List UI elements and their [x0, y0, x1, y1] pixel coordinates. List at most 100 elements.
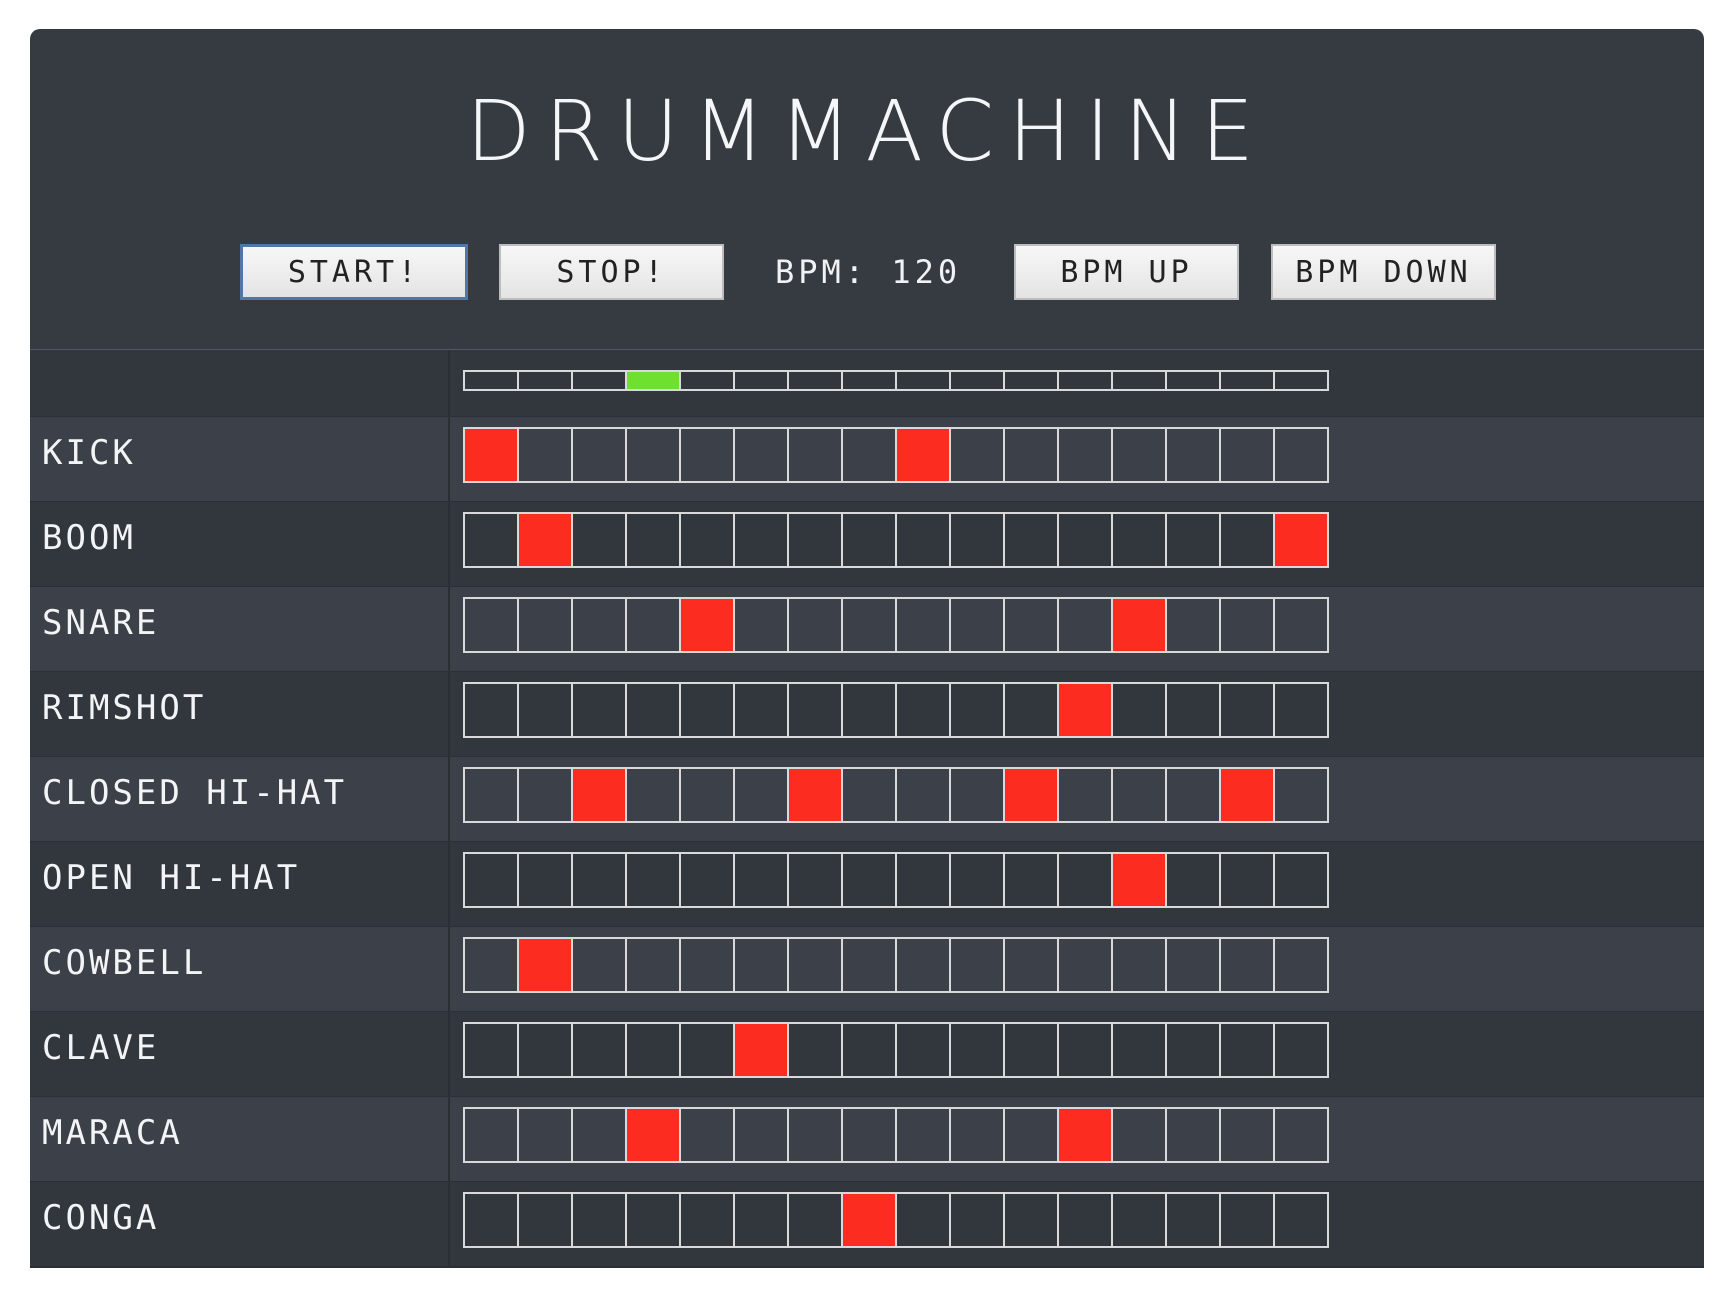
- step-pad-4[interactable]: [625, 767, 681, 823]
- step-pad-6[interactable]: [733, 597, 789, 653]
- step-pad-11[interactable]: [1003, 512, 1059, 568]
- step-pad-9[interactable]: [895, 427, 951, 483]
- step-pad-12[interactable]: [1057, 767, 1113, 823]
- step-pad-10[interactable]: [949, 767, 1005, 823]
- step-pad-7[interactable]: [787, 937, 843, 993]
- step-pad-1[interactable]: [463, 1192, 519, 1248]
- step-pad-7[interactable]: [787, 1107, 843, 1163]
- step-pad-12[interactable]: [1057, 597, 1113, 653]
- step-pad-16[interactable]: [1273, 427, 1329, 483]
- step-pad-8[interactable]: [841, 512, 897, 568]
- step-pad-7[interactable]: [787, 427, 843, 483]
- step-pad-15[interactable]: [1219, 597, 1275, 653]
- step-pad-6[interactable]: [733, 512, 789, 568]
- step-pad-13[interactable]: [1111, 1192, 1167, 1248]
- step-pad-2[interactable]: [517, 1192, 573, 1248]
- step-pad-6[interactable]: [733, 937, 789, 993]
- step-pad-12[interactable]: [1057, 512, 1113, 568]
- step-pad-10[interactable]: [949, 1107, 1005, 1163]
- step-pad-1[interactable]: [463, 1107, 519, 1163]
- step-pad-16[interactable]: [1273, 1107, 1329, 1163]
- step-pad-15[interactable]: [1219, 427, 1275, 483]
- step-pad-4[interactable]: [625, 1192, 681, 1248]
- step-pad-2[interactable]: [517, 1022, 573, 1078]
- step-pad-10[interactable]: [949, 1192, 1005, 1248]
- step-pad-5[interactable]: [679, 1192, 735, 1248]
- step-pad-15[interactable]: [1219, 512, 1275, 568]
- step-pad-12[interactable]: [1057, 682, 1113, 738]
- step-pad-7[interactable]: [787, 852, 843, 908]
- step-pad-2[interactable]: [517, 937, 573, 993]
- step-pad-6[interactable]: [733, 1107, 789, 1163]
- step-pad-16[interactable]: [1273, 682, 1329, 738]
- step-pad-8[interactable]: [841, 1192, 897, 1248]
- step-pad-13[interactable]: [1111, 937, 1167, 993]
- bpm-up-button[interactable]: BPM UP: [1014, 244, 1239, 300]
- step-pad-3[interactable]: [571, 512, 627, 568]
- step-pad-7[interactable]: [787, 512, 843, 568]
- step-pad-13[interactable]: [1111, 1022, 1167, 1078]
- step-pad-2[interactable]: [517, 427, 573, 483]
- step-pad-13[interactable]: [1111, 427, 1167, 483]
- step-pad-12[interactable]: [1057, 1107, 1113, 1163]
- step-pad-14[interactable]: [1165, 1107, 1221, 1163]
- step-pad-2[interactable]: [517, 682, 573, 738]
- step-pad-16[interactable]: [1273, 937, 1329, 993]
- step-pad-9[interactable]: [895, 512, 951, 568]
- step-pad-6[interactable]: [733, 1022, 789, 1078]
- step-pad-10[interactable]: [949, 852, 1005, 908]
- step-pad-1[interactable]: [463, 597, 519, 653]
- step-pad-11[interactable]: [1003, 1022, 1059, 1078]
- step-pad-12[interactable]: [1057, 427, 1113, 483]
- step-pad-13[interactable]: [1111, 767, 1167, 823]
- step-pad-2[interactable]: [517, 767, 573, 823]
- step-pad-10[interactable]: [949, 427, 1005, 483]
- step-pad-11[interactable]: [1003, 427, 1059, 483]
- step-pad-4[interactable]: [625, 1022, 681, 1078]
- step-pad-8[interactable]: [841, 682, 897, 738]
- step-pad-9[interactable]: [895, 597, 951, 653]
- step-pad-4[interactable]: [625, 682, 681, 738]
- step-pad-13[interactable]: [1111, 682, 1167, 738]
- step-pad-3[interactable]: [571, 682, 627, 738]
- step-pad-3[interactable]: [571, 1192, 627, 1248]
- step-pad-14[interactable]: [1165, 1022, 1221, 1078]
- step-pad-3[interactable]: [571, 1022, 627, 1078]
- step-pad-7[interactable]: [787, 767, 843, 823]
- step-pad-9[interactable]: [895, 937, 951, 993]
- step-pad-14[interactable]: [1165, 427, 1221, 483]
- step-pad-14[interactable]: [1165, 682, 1221, 738]
- step-pad-5[interactable]: [679, 852, 735, 908]
- step-pad-10[interactable]: [949, 1022, 1005, 1078]
- step-pad-6[interactable]: [733, 852, 789, 908]
- step-pad-3[interactable]: [571, 767, 627, 823]
- step-pad-6[interactable]: [733, 767, 789, 823]
- step-pad-7[interactable]: [787, 1022, 843, 1078]
- start-button[interactable]: START!: [240, 244, 468, 300]
- step-pad-16[interactable]: [1273, 767, 1329, 823]
- step-pad-4[interactable]: [625, 427, 681, 483]
- step-pad-8[interactable]: [841, 852, 897, 908]
- step-pad-5[interactable]: [679, 1022, 735, 1078]
- step-pad-5[interactable]: [679, 682, 735, 738]
- step-pad-5[interactable]: [679, 512, 735, 568]
- step-pad-4[interactable]: [625, 937, 681, 993]
- step-pad-2[interactable]: [517, 1107, 573, 1163]
- step-pad-8[interactable]: [841, 937, 897, 993]
- step-pad-4[interactable]: [625, 597, 681, 653]
- step-pad-9[interactable]: [895, 1107, 951, 1163]
- step-pad-16[interactable]: [1273, 512, 1329, 568]
- step-pad-4[interactable]: [625, 1107, 681, 1163]
- step-pad-2[interactable]: [517, 597, 573, 653]
- step-pad-11[interactable]: [1003, 1192, 1059, 1248]
- step-pad-9[interactable]: [895, 1022, 951, 1078]
- step-pad-16[interactable]: [1273, 852, 1329, 908]
- step-pad-3[interactable]: [571, 852, 627, 908]
- step-pad-5[interactable]: [679, 1107, 735, 1163]
- step-pad-1[interactable]: [463, 512, 519, 568]
- step-pad-8[interactable]: [841, 1022, 897, 1078]
- step-pad-13[interactable]: [1111, 1107, 1167, 1163]
- step-pad-5[interactable]: [679, 427, 735, 483]
- step-pad-4[interactable]: [625, 852, 681, 908]
- step-pad-6[interactable]: [733, 1192, 789, 1248]
